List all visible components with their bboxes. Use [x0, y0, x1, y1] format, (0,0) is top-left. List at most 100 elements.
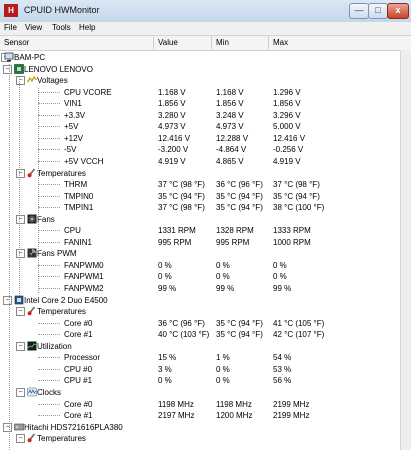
min-cell: 35 °C (94 °F)	[216, 330, 263, 340]
max-cell: 41 °C (105 °F)	[273, 318, 325, 328]
tree-node[interactable]: − Clocks	[0, 387, 400, 398]
max-cell: 38 °C (100 °F)	[273, 203, 325, 213]
collapse-toggle[interactable]: −	[16, 214, 25, 224]
sensor-row[interactable]: FANPWM1 0 % 0 % 0 %	[0, 271, 400, 282]
sensor-row[interactable]: THRM 37 °C (98 °F) 36 °C (96 °F) 37 °C (98 …	[0, 179, 400, 190]
max-cell: 3.296 V	[273, 110, 301, 120]
sensor-label: CPU #0	[64, 364, 93, 374]
sensor-row[interactable]: FANPWM0 0 % 0 % 0 %	[0, 260, 400, 271]
tree-node[interactable]: − Temperatures	[0, 306, 400, 317]
maximize-button[interactable]: □	[368, 3, 388, 19]
tree-node[interactable]: −BAM-PC	[0, 52, 400, 63]
min-cell: 35 °C (94 °F)	[216, 203, 263, 213]
min-column-header[interactable]: Min	[216, 38, 229, 47]
computer-icon	[4, 52, 14, 62]
sensor-row[interactable]: +5V VCCH 4.919 V 4.865 V 4.919 V	[0, 156, 400, 167]
max-cell: 1.856 V	[273, 99, 301, 109]
sensor-label: FANPWM0	[64, 260, 104, 270]
min-cell: 99 %	[216, 284, 235, 293]
sensor-row[interactable]: +5V 4.973 V 4.973 V 5.000 V	[0, 121, 400, 132]
max-cell: 1333 RPM	[273, 226, 311, 236]
collapse-toggle[interactable]: −	[16, 76, 25, 86]
sensor-tree[interactable]: −BAM-PC−LENOVO LENOVO−VoltagesCPU VCORE1…	[0, 50, 400, 450]
vertical-scrollbar[interactable]	[400, 50, 411, 450]
min-cell: 1200 MHz	[216, 411, 253, 421]
sensor-label: FANPWM1	[64, 272, 104, 282]
sensor-label: THRM	[64, 180, 88, 190]
min-cell: 0 %	[216, 364, 230, 374]
menu-file[interactable]: File	[4, 23, 17, 32]
collapse-toggle[interactable]: −	[16, 249, 25, 259]
sensor-row[interactable]: -5V -3.200 V -4.864 V -0.256 V	[0, 144, 400, 155]
tree-node[interactable]: − Utilization	[0, 341, 400, 352]
tree-node[interactable]: − Fans	[0, 214, 400, 225]
close-button[interactable]: x	[387, 3, 409, 19]
value-cell: 3.280 V	[158, 110, 186, 120]
column-header: Sensor Value Min Max	[0, 35, 411, 51]
collapse-toggle[interactable]: −	[16, 168, 25, 178]
sensor-label: CPU	[64, 226, 81, 236]
min-cell: -4.864 V	[216, 145, 247, 155]
sensor-label: Fans	[37, 214, 55, 224]
sensor-row[interactable]: Core #1 2197 MHz 1200 MHz 2199 MHz	[0, 410, 400, 421]
max-cell: 5.000 V	[273, 122, 301, 132]
value-cell: 4.973 V	[158, 122, 186, 132]
min-cell: 4.973 V	[216, 122, 244, 132]
hwmonitor-app-icon: H	[4, 4, 18, 17]
menu-help[interactable]: Help	[79, 23, 95, 32]
thermometer-icon	[27, 433, 37, 443]
value-cell: 40 °C (103 °F)	[158, 330, 210, 340]
sensor-row[interactable]: +3.3V 3.280 V 3.248 V 3.296 V	[0, 110, 400, 121]
collapse-toggle[interactable]: −	[16, 307, 25, 317]
tree-node[interactable]: − Voltages	[0, 75, 400, 86]
collapse-toggle[interactable]: −	[16, 387, 25, 397]
tree-node[interactable]: − LENOVO LENOVO	[0, 63, 400, 75]
sensor-row[interactable]: CPU 1331 RPM 1328 RPM 1333 RPM	[0, 225, 400, 236]
tree-node[interactable]: − Intel Core 2 Duo E4500	[0, 295, 400, 306]
collapse-toggle[interactable]: −	[16, 341, 25, 351]
value-column-header[interactable]: Value	[158, 38, 178, 47]
minimize-button[interactable]: —	[349, 3, 369, 19]
sensor-row[interactable]: FANPWM2 99 % 99 % 99 %	[0, 283, 400, 294]
sensor-column-header[interactable]: Sensor	[4, 38, 29, 47]
value-cell: 995 RPM	[158, 237, 192, 247]
sensor-label: Processor	[64, 353, 101, 363]
min-cell: 4.865 V	[216, 156, 244, 166]
fan-icon	[27, 214, 37, 224]
tree-node[interactable]: − Temperatures	[0, 167, 400, 179]
sensor-row[interactable]: Core #0 36 °C (96 °F) 35 °C (94 °F) 41 °C (…	[0, 318, 400, 329]
max-column-header[interactable]: Max	[273, 38, 288, 47]
menu-tools[interactable]: Tools	[52, 23, 71, 32]
sensor-row[interactable]: TMPIN0 35 °C (94 °F) 35 °C (94 °F) 35 °C (9…	[0, 191, 400, 202]
sensor-label: Hitachi HDS721616PLA380	[24, 422, 123, 432]
sensor-row[interactable]: Core #1 40 °C (103 °F) 35 °C (94 °F) 42 °C …	[0, 329, 400, 340]
sensor-label: Utilization	[37, 341, 72, 351]
collapse-toggle[interactable]: −	[3, 422, 12, 432]
sensor-row[interactable]: CPU VCORE 1.168 V 1.168 V 1.296 V	[0, 87, 400, 98]
sensor-label: +12V	[64, 133, 83, 143]
sensor-row[interactable]: Core #0 1198 MHz 1198 MHz 2199 MHz	[0, 399, 400, 410]
sensor-row[interactable]: CPU #1 0 % 0 % 56 %	[0, 375, 400, 386]
menu-view[interactable]: View	[25, 23, 42, 32]
collapse-toggle[interactable]: −	[16, 434, 25, 444]
collapse-toggle[interactable]: −	[3, 295, 12, 305]
sensor-label: TMPIN0	[64, 191, 94, 201]
sensor-label: Clocks	[37, 387, 62, 397]
value-cell: 15 %	[158, 353, 177, 363]
max-cell: 1.296 V	[273, 87, 301, 97]
sensor-row[interactable]: VIN1 1.856 V 1.856 V 1.856 V	[0, 98, 400, 109]
tree-node[interactable]: − Temperatures	[0, 433, 400, 444]
sensor-label: VIN1	[64, 99, 82, 109]
sensor-row[interactable]: CPU #0 3 % 0 % 53 %	[0, 364, 400, 375]
sensor-row[interactable]: FANIN1 995 RPM 995 RPM 1000 RPM	[0, 237, 400, 248]
sensor-row[interactable]: TMPIN1 37 °C (98 °F) 35 °C (94 °F) 38 °C (1…	[0, 202, 400, 213]
sensor-row[interactable]: Processor 15 % 1 % 54 %	[0, 352, 400, 363]
sensor-label: BAM-PC	[14, 53, 46, 62]
tree-node[interactable]: − Fans PWM	[0, 248, 400, 259]
sensor-row[interactable]: +12V 12.416 V 12.288 V 12.416 V	[0, 133, 400, 144]
collapse-toggle[interactable]: −	[3, 64, 12, 74]
drive-icon	[14, 422, 24, 432]
tree-node[interactable]: − Hitachi HDS721616PLA380	[0, 422, 400, 433]
min-cell: 1.168 V	[216, 87, 244, 97]
max-cell: 1000 RPM	[273, 237, 311, 247]
